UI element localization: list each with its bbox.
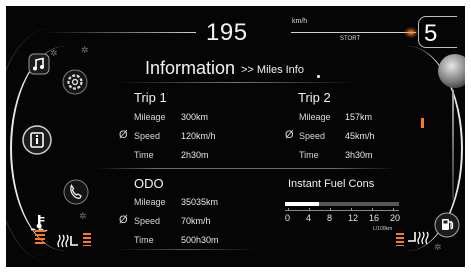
fuel-pump-icon [434,212,460,238]
trip1-mileage-label: Mileage [134,112,166,122]
phone-icon[interactable] [63,179,89,205]
sparkle-decor: ✲ [81,45,89,55]
header-line-mid [291,32,416,33]
sparkle-decor: ✲ [50,48,58,58]
engine-state: STORT [340,36,361,42]
odo-speed-value: 70km/h [181,216,211,226]
info-icon[interactable] [22,125,52,155]
seat-heater-icon[interactable] [56,233,80,249]
speed-avg-icon: Ø [119,129,128,141]
trip2-mileage-value: 157km [345,112,373,122]
trip1-speed-value: 120km/h [181,131,216,141]
fuel-unit: L/100km [373,226,393,232]
trip1-time-label: Time [134,150,154,160]
fuel-tick-mark [372,208,373,211]
fuel-scale-line [285,210,399,211]
odo-underline [116,249,256,250]
fuel-tick-mark [288,208,289,211]
fuel-tick-label: 0 [285,213,291,223]
odo-title: ODO [134,176,164,191]
trip2-title: Trip 2 [298,90,331,105]
right-gauge-line [452,90,454,200]
fuel-tick-label: 16 [369,213,380,223]
orange-level-bar [35,230,45,244]
trip1-title: Trip 1 [134,90,167,105]
fuel-tick-label: 12 [348,213,359,223]
trip1-time-value: 2h30m [181,150,209,160]
speed-avg-icon: Ø [285,129,294,141]
fuel-tick-mark [309,208,310,211]
fuel-tick-label: 4 [306,213,312,223]
trip2-speed-label: Speed [299,131,326,141]
right-top-knob [438,54,465,88]
orange-level-bar [396,233,404,246]
title-underline [116,82,356,83]
sparkle-decor: ✲ [434,242,442,252]
fuel-tick-label: 8 [327,213,333,223]
odo-speed-label: Speed [134,216,161,226]
trip2-time-value: 3h30m [345,150,373,160]
fuel-tick-mark [393,208,394,211]
header-line-orange [404,27,418,38]
speed-readout: 195 [206,19,248,46]
orange-level-bar [83,233,91,246]
odo-mileage-value: 35035km [181,197,219,207]
trip1-speed-label: Speed [134,131,161,141]
odo-mileage-label: Mileage [134,197,166,207]
settings-icon[interactable] [62,69,88,95]
odo-time-value: 500h30m [181,235,219,245]
trip2-time-label: Time [299,150,319,160]
title-dot [317,75,320,78]
fuel-tick-mark [330,208,331,211]
speed-unit: km/h [292,18,308,25]
fuel-tick-label: 20 [390,213,401,223]
right-gauge-marker [421,118,424,128]
trip2-mileage-label: Mileage [299,112,331,122]
music-icon[interactable] [28,53,50,75]
instrument-cluster: 195 km/h STORT 5 ✲ ✲ ✲ ✲ Information >> … [6,6,465,267]
gear-value: 5 [424,20,438,47]
speed-avg-icon: Ø [119,214,128,226]
page-title: Information [145,58,236,78]
breadcrumb[interactable]: >> Miles Info [241,64,304,76]
seat-heater-icon-right[interactable] [406,230,430,246]
trip1-mileage-value: 300km [181,112,209,122]
header-line-left [46,32,196,33]
sparkle-decor: ✲ [79,211,87,221]
trip2-speed-value: 45km/h [345,131,375,141]
fuel-tick-mark [351,208,352,211]
fuel-title: Instant Fuel Cons [288,178,375,190]
section-divider [96,168,396,169]
fuel-bar-fill [285,202,319,206]
odo-time-label: Time [134,235,154,245]
